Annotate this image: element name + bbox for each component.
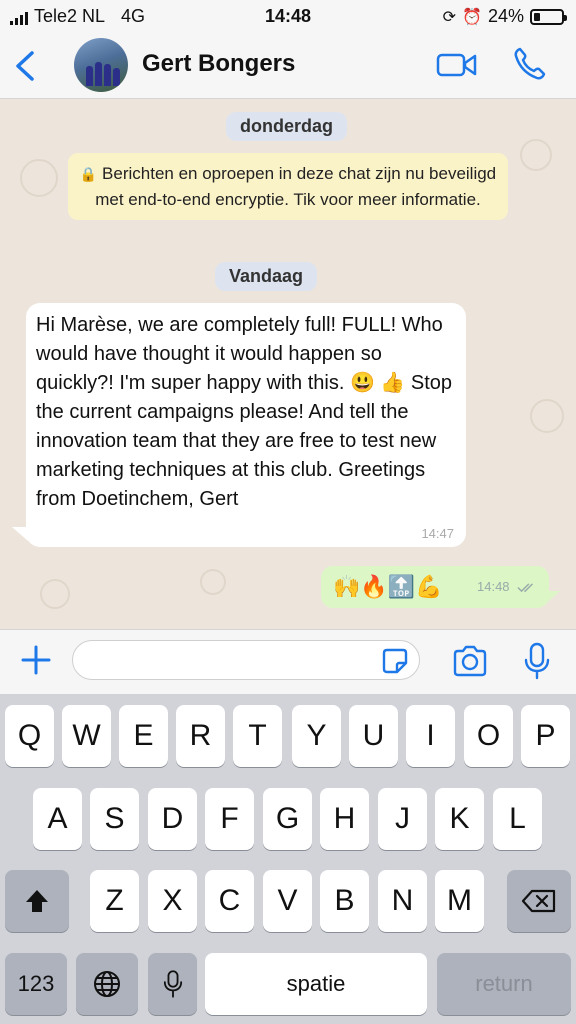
message-text: Hi Marèse, we are completely full! FULL!… xyxy=(36,314,453,510)
chat-area[interactable]: donderdag 🔒 Berichten en oproepen in dez… xyxy=(0,99,576,629)
key-c[interactable]: C xyxy=(205,870,254,932)
key-g[interactable]: G xyxy=(263,788,312,850)
key-m[interactable]: M xyxy=(435,870,484,932)
key-z[interactable]: Z xyxy=(90,870,139,932)
outgoing-message[interactable]: 🙌🔥🔝💪 14:48 xyxy=(321,566,549,608)
key-j[interactable]: J xyxy=(378,788,427,850)
battery-level xyxy=(534,12,540,21)
key-l[interactable]: L xyxy=(493,788,542,850)
plus-icon[interactable] xyxy=(20,644,52,676)
shift-key[interactable] xyxy=(5,870,69,932)
chat-header: Gert Bongers xyxy=(0,32,576,99)
return-key[interactable]: return xyxy=(437,953,571,1015)
key-h[interactable]: H xyxy=(320,788,369,850)
key-s[interactable]: S xyxy=(90,788,139,850)
wallpaper-doodle xyxy=(530,399,564,433)
key-k[interactable]: K xyxy=(435,788,484,850)
keyboard: Q W E R T Y U I O P A S D F G H J K L Z … xyxy=(0,694,576,1024)
alarm-icon: ⏰ xyxy=(462,8,482,26)
shift-icon xyxy=(26,890,48,912)
battery-percent: 24% xyxy=(487,6,524,26)
key-d[interactable]: D xyxy=(148,788,197,850)
message-input[interactable] xyxy=(72,640,420,680)
key-n[interactable]: N xyxy=(378,870,427,932)
key-w[interactable]: W xyxy=(62,705,111,767)
key-x[interactable]: X xyxy=(148,870,197,932)
wallpaper-doodle xyxy=(40,579,70,609)
lock-icon: 🔒 xyxy=(79,166,98,182)
dictation-key[interactable] xyxy=(148,953,197,1015)
phone-call-icon[interactable] xyxy=(512,46,548,82)
numbers-key[interactable]: 123 xyxy=(5,953,67,1015)
rotation-lock-icon: ⟳ xyxy=(442,8,457,26)
date-divider: Vandaag xyxy=(215,262,318,291)
wallpaper-doodle xyxy=(200,569,226,595)
battery-icon xyxy=(530,8,567,25)
key-p[interactable]: P xyxy=(521,705,570,767)
key-i[interactable]: I xyxy=(406,705,455,767)
key-e[interactable]: E xyxy=(119,705,168,767)
date-divider: donderdag xyxy=(226,112,347,141)
back-chevron-icon[interactable] xyxy=(12,50,38,82)
backspace-icon xyxy=(521,889,556,913)
globe-icon xyxy=(94,971,120,997)
backspace-key[interactable] xyxy=(507,870,571,932)
video-call-icon[interactable] xyxy=(436,50,478,80)
contact-avatar[interactable] xyxy=(74,38,128,92)
encryption-notice-text: Berichten en oproepen in deze chat zijn … xyxy=(95,164,497,209)
contact-name[interactable]: Gert Bongers xyxy=(142,50,295,78)
camera-icon[interactable] xyxy=(452,644,488,678)
wallpaper-doodle xyxy=(20,159,58,197)
status-bar: Tele2 NL 4G 14:48 ⟳ ⏰ 24% xyxy=(0,0,576,32)
key-y[interactable]: Y xyxy=(292,705,341,767)
read-receipt-icon xyxy=(517,583,533,593)
microphone-icon[interactable] xyxy=(522,642,552,680)
key-b[interactable]: B xyxy=(320,870,369,932)
incoming-message[interactable]: Hi Marèse, we are completely full! FULL!… xyxy=(26,303,466,547)
key-q[interactable]: Q xyxy=(5,705,54,767)
key-t[interactable]: T xyxy=(233,705,282,767)
key-u[interactable]: U xyxy=(349,705,398,767)
microphone-icon xyxy=(163,970,182,998)
sticker-icon[interactable] xyxy=(380,646,410,676)
message-input-bar xyxy=(0,629,576,694)
encryption-notice[interactable]: 🔒 Berichten en oproepen in deze chat zij… xyxy=(68,153,508,220)
message-time: 14:48 xyxy=(477,579,510,594)
key-r[interactable]: R xyxy=(176,705,225,767)
key-a[interactable]: A xyxy=(33,788,82,850)
message-emojis: 🙌🔥🔝💪 xyxy=(333,574,443,599)
wallpaper-doodle xyxy=(520,139,552,171)
key-o[interactable]: O xyxy=(464,705,513,767)
globe-key[interactable] xyxy=(76,953,138,1015)
space-key[interactable]: spatie xyxy=(205,953,427,1015)
key-v[interactable]: V xyxy=(263,870,312,932)
message-time: 14:47 xyxy=(421,526,454,541)
key-f[interactable]: F xyxy=(205,788,254,850)
